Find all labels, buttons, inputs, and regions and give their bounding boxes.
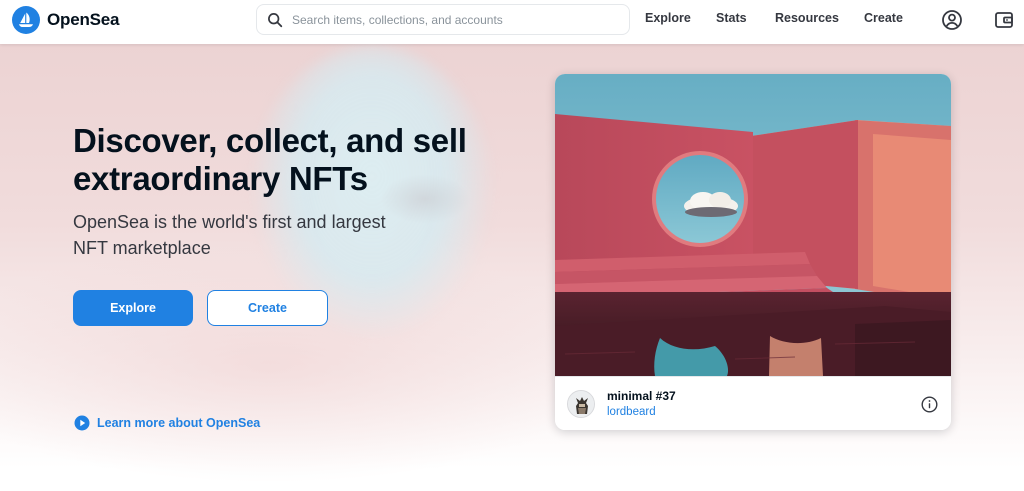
explore-button[interactable]: Explore bbox=[73, 290, 193, 326]
nft-creator-link[interactable]: lordbeard bbox=[607, 406, 656, 418]
learn-more-label: Learn more about OpenSea bbox=[97, 416, 261, 430]
hero-section: Discover, collect, and sell extraordinar… bbox=[0, 44, 1024, 491]
account-circle-icon[interactable] bbox=[941, 9, 963, 31]
featured-nft-card[interactable]: minimal #37 lordbeard bbox=[555, 74, 951, 430]
nav-explore[interactable]: Explore bbox=[645, 11, 691, 25]
brand-logo[interactable]: OpenSea bbox=[12, 5, 119, 35]
hero-title: Discover, collect, and sell extraordinar… bbox=[73, 122, 467, 197]
learn-more-link[interactable]: Learn more about OpenSea bbox=[74, 415, 260, 431]
featured-nft-footer: minimal #37 lordbeard bbox=[555, 376, 951, 430]
play-circle-icon bbox=[74, 415, 90, 431]
brand-name: OpenSea bbox=[47, 10, 120, 29]
search-bar[interactable] bbox=[256, 4, 630, 35]
creator-avatar-image bbox=[568, 391, 594, 417]
search-icon bbox=[268, 12, 283, 27]
create-button[interactable]: Create bbox=[207, 290, 328, 326]
featured-nft-image[interactable] bbox=[555, 74, 951, 376]
wallet-icon[interactable] bbox=[993, 9, 1015, 31]
search-input[interactable] bbox=[292, 6, 612, 33]
opensea-logo-icon bbox=[12, 6, 40, 34]
nav-create[interactable]: Create bbox=[864, 11, 903, 25]
creator-avatar[interactable] bbox=[567, 390, 595, 418]
top-navbar: OpenSea Explore Stats Resources Create bbox=[0, 0, 1024, 44]
info-icon[interactable] bbox=[921, 396, 938, 413]
nft-item-name[interactable]: minimal #37 bbox=[607, 389, 676, 403]
nav-stats[interactable]: Stats bbox=[716, 11, 747, 25]
nav-resources[interactable]: Resources bbox=[775, 11, 839, 25]
hero-subtitle: OpenSea is the world's first and largest… bbox=[73, 212, 386, 258]
